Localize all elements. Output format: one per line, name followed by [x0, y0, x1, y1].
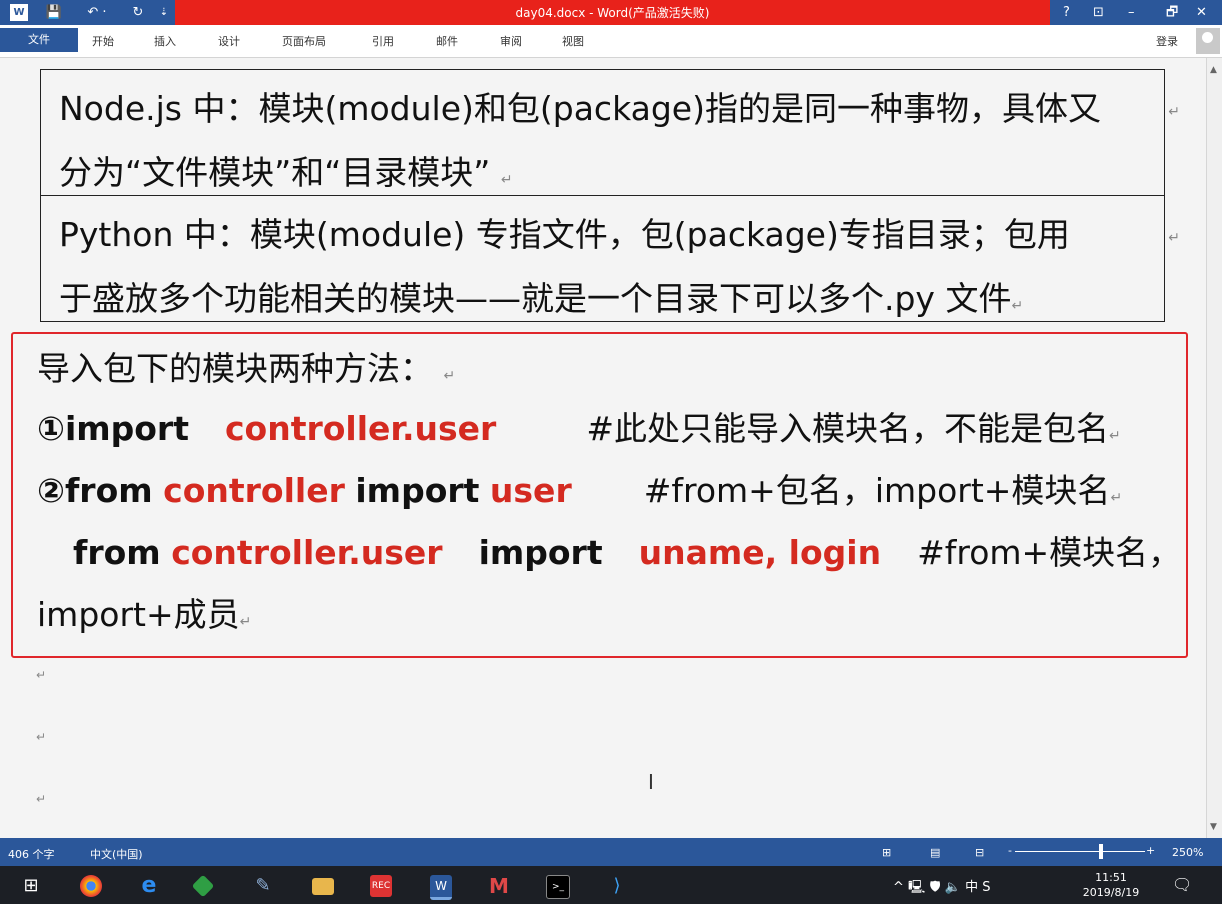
zoom-slider[interactable] — [1015, 851, 1145, 852]
clock-time: 11:51 — [1095, 871, 1127, 884]
method2b-module: controller.user — [171, 533, 443, 572]
method2-comment: #from+包名，import+模块名 — [643, 471, 1111, 510]
word-icon[interactable]: W — [430, 875, 452, 900]
web-layout-icon[interactable]: ⊟ — [975, 846, 984, 859]
paint-icon[interactable]: ✎ — [252, 875, 274, 897]
tab-mailings[interactable]: 邮件 — [436, 33, 458, 49]
tab-home[interactable]: 开始 — [92, 33, 114, 49]
method1-comment: #此处只能导入模块名，不能是包名 — [586, 409, 1109, 448]
paragraph-mark: ↵ — [1110, 490, 1123, 506]
paragraph-mark: ↵ — [1109, 428, 1121, 444]
tab-design[interactable]: 设计 — [218, 33, 240, 49]
paragraph-mark: ↵ — [1168, 230, 1180, 246]
text-cursor-icon: I — [648, 770, 654, 794]
tab-insert[interactable]: 插入 — [154, 33, 176, 49]
help-button[interactable]: ? — [1063, 3, 1070, 22]
word-logo-icon: W — [10, 4, 28, 21]
zoom-slider-thumb[interactable] — [1099, 844, 1103, 859]
restore-button[interactable]: 🗗 — [1166, 3, 1178, 22]
read-mode-icon[interactable]: ⊞ — [882, 846, 891, 859]
paragraph-mark: ↵ — [443, 368, 456, 384]
method2-line: ②from controller import user #from+包名，imp… — [37, 464, 1122, 512]
clock-date: 2019/8/19 — [1082, 886, 1140, 899]
tab-references[interactable]: 引用 — [372, 33, 394, 49]
title-bar: W 💾 ↶ · ↻ ⇣ day04.docx - Word(产品激活失败) ? … — [0, 0, 1222, 25]
vertical-scrollbar[interactable]: ▲ ▼ — [1206, 58, 1222, 838]
window-controls: ? ⊡ – 🗗 ✕ — [1052, 0, 1222, 25]
method2-module: user — [489, 471, 572, 510]
windows-start-icon[interactable]: ⊞ — [20, 875, 42, 897]
highlight-box-import-methods: 导入包下的模块两种方法： ↵ ①import controller.user #此处… — [11, 332, 1188, 658]
paragraph-mark: ↵ — [36, 668, 47, 682]
document-canvas[interactable]: Node.js 中：模块(module)和包(package)指的是同一种事物，… — [0, 58, 1206, 838]
method2b-continuation: import+成员↵ — [37, 595, 252, 634]
method2-package: controller — [163, 471, 345, 510]
textbox-python[interactable]: Python 中：模块(module) 专指文件，包(package)专指目录；… — [40, 195, 1180, 322]
print-layout-icon[interactable]: ▤ — [930, 846, 940, 859]
tab-file[interactable]: 文件 — [0, 28, 78, 52]
heading-line: 导入包下的模块两种方法： ↵ — [37, 349, 456, 388]
word-count[interactable]: 406 个字 — [8, 846, 55, 862]
ribbon-tabs: 文件 开始 插入 设计 页面布局 引用 邮件 审阅 视图 登录 — [0, 25, 1222, 58]
tab-view[interactable]: 视图 — [562, 33, 584, 49]
text-line: 于盛放多个功能相关的模块——就是一个目录下可以多个.py 文件↵ — [59, 279, 1024, 318]
method2b-from: from — [73, 533, 161, 572]
zoom-out-button[interactable]: - — [1008, 844, 1012, 857]
method2b-line: from controller.user import uname, login #f… — [73, 526, 1181, 574]
scroll-down-icon[interactable]: ▼ — [1210, 822, 1217, 832]
chrome-icon[interactable] — [80, 875, 102, 897]
zoom-level[interactable]: 250% — [1172, 846, 1203, 859]
terminal-icon[interactable]: >_ — [546, 875, 570, 899]
file-explorer-icon[interactable] — [312, 878, 334, 895]
tab-layout[interactable]: 页面布局 — [282, 33, 326, 49]
recorder-icon[interactable]: REC — [370, 875, 392, 897]
paragraph-mark: ↵ — [1011, 298, 1024, 314]
title-highlight: day04.docx - Word(产品激活失败) — [175, 0, 1050, 25]
paragraph-mark: ↵ — [36, 792, 47, 806]
method2b-members: uname, login — [638, 533, 882, 572]
app-green-icon[interactable] — [191, 874, 215, 898]
method2-import: import — [355, 471, 480, 510]
ribbon-display-icon[interactable]: ⊡ — [1093, 3, 1104, 22]
text-line: Python 中：模块(module) 专指文件，包(package)专指目录；… — [59, 215, 1070, 254]
clock[interactable]: 11:51 2019/8/19 — [1080, 870, 1142, 900]
customize-quick-access-icon[interactable]: ⇣ — [157, 3, 171, 22]
paragraph-mark: ↵ — [500, 172, 513, 188]
language-indicator[interactable]: 中文(中国) — [90, 846, 143, 862]
status-bar: 406 个字 中文(中国) ⊞ ▤ ⊟ - + 250% — [0, 838, 1222, 866]
redo-icon[interactable]: ↻ — [128, 3, 148, 22]
paragraph-mark: ↵ — [239, 614, 252, 630]
app-m-icon[interactable]: M — [488, 875, 510, 897]
undo-icon[interactable]: ↶ · — [80, 3, 114, 22]
save-icon[interactable]: 💾 — [44, 3, 64, 22]
method2-keyword: ②from — [37, 471, 153, 510]
method1-module: controller.user — [224, 409, 497, 448]
paragraph-mark: ↵ — [36, 730, 47, 744]
textbox-nodejs[interactable]: Node.js 中：模块(module)和包(package)指的是同一种事物，… — [40, 69, 1180, 196]
notification-icon[interactable]: 🗨 — [1172, 875, 1192, 894]
ie-icon[interactable]: e — [138, 875, 160, 897]
system-tray[interactable]: ^ 🖳 🛡 🔈 中 S — [893, 876, 991, 900]
sign-in-link[interactable]: 登录 — [1156, 33, 1178, 49]
method2b-import: import — [478, 533, 603, 572]
vscode-icon[interactable]: ⟩ — [606, 875, 628, 897]
scroll-up-icon[interactable]: ▲ — [1210, 65, 1217, 75]
text-line: 分为“文件模块”和“目录模块” ↵ — [59, 153, 513, 192]
minimize-button[interactable]: – — [1128, 3, 1135, 22]
window-title: day04.docx - Word(产品激活失败) — [515, 6, 710, 20]
avatar[interactable] — [1196, 28, 1220, 54]
taskbar: ⊞ e ✎ REC W M >_ ⟩ ^ 🖳 🛡 🔈 中 S 11:51 201… — [0, 866, 1222, 904]
text-line: Node.js 中：模块(module)和包(package)指的是同一种事物，… — [59, 89, 1101, 128]
paragraph-mark: ↵ — [1168, 104, 1180, 120]
method1-line: ①import controller.user #此处只能导入模块名，不能是包名↵ — [37, 402, 1121, 450]
zoom-in-button[interactable]: + — [1146, 844, 1155, 857]
close-button[interactable]: ✕ — [1196, 3, 1207, 22]
method2b-comment: #from+模块名， — [917, 533, 1182, 572]
tab-review[interactable]: 审阅 — [500, 33, 522, 49]
method1-keyword: ①import — [37, 409, 189, 448]
